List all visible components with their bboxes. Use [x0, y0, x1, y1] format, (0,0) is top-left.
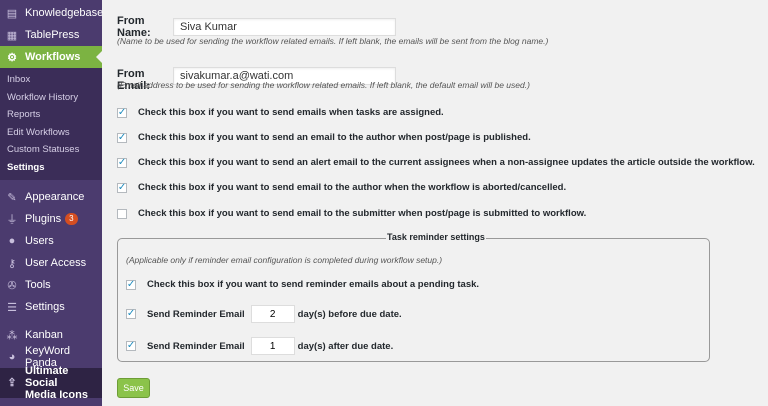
checkbox[interactable]	[117, 208, 127, 219]
option-workflow-aborted: ✓ Check this box if you want to send ema…	[117, 182, 566, 193]
wrench-icon: ✇	[7, 279, 17, 292]
sidebar-item-users[interactable]: ● Users	[0, 230, 102, 252]
brush-icon: ✎	[7, 191, 17, 204]
submenu-edit-workflows[interactable]: Edit Workflows	[0, 124, 102, 142]
sidebar-item-settings[interactable]: ☰ Settings	[0, 296, 102, 318]
reminder-before-row: ✓ Send Reminder Email day(s) before due …	[126, 305, 402, 323]
sidebar-item-user-access[interactable]: ⚷ User Access	[0, 252, 102, 274]
sidebar-item-tools[interactable]: ✇ Tools	[0, 274, 102, 296]
settings-form: From Name: (Name to be used for sending …	[102, 0, 768, 406]
checkbox[interactable]: ✓	[117, 157, 127, 168]
reminder-after-label: Send Reminder Email	[147, 340, 245, 352]
plugins-update-badge: 3	[65, 213, 78, 225]
from-name-help: (Name to be used for sending the workflo…	[117, 36, 549, 46]
sidebar-item-workflows[interactable]: ⚙ Workflows	[0, 46, 102, 68]
submenu-reports[interactable]: Reports	[0, 106, 102, 124]
checkbox[interactable]: ✓	[117, 182, 127, 193]
reminder-after-suffix: day(s) after due date.	[297, 340, 394, 352]
checkbox-label: Check this box if you want to send email…	[138, 208, 587, 219]
option-post-published: ✓ Check this box if you want to send an …	[117, 132, 531, 143]
reminder-pending-row: ✓ Check this box if you want to send rem…	[126, 279, 479, 290]
kanban-icon: ⁂	[6, 329, 18, 342]
from-email-help: (Email address to be used for sending th…	[117, 80, 530, 90]
sidebar-item-knowledgebase[interactable]: ▤ Knowledgebase	[0, 2, 104, 24]
user-icon: ●	[8, 235, 16, 247]
sidebar-item-label: Users	[25, 235, 54, 247]
submenu-custom-statuses[interactable]: Custom Statuses	[0, 141, 102, 159]
sidebar-item-label: Workflows	[25, 51, 81, 63]
share-icon: ⇪	[7, 377, 17, 389]
task-reminder-legend: Task reminder settings	[386, 232, 486, 242]
checkbox-label: Check this box if you want to send an em…	[138, 132, 531, 143]
sidebar-item-label: TablePress	[25, 29, 80, 41]
from-name-input[interactable]	[173, 18, 396, 36]
sidebar-item-label: User Access	[25, 257, 87, 269]
sliders-icon: ☰	[7, 301, 17, 314]
task-reminder-fieldset: Task reminder settings (Applicable only …	[117, 232, 710, 362]
reminder-note: (Applicable only if reminder email confi…	[126, 255, 443, 265]
checkbox[interactable]: ✓	[126, 309, 136, 319]
sidebar-item-label: Kanban	[25, 329, 63, 341]
option-tasks-assigned: ✓ Check this box if you want to send ema…	[117, 107, 444, 118]
reminder-before-suffix: day(s) before due date.	[297, 308, 402, 320]
reminder-after-days-input[interactable]	[250, 337, 295, 355]
checkbox-label: Check this box if you want to send email…	[138, 182, 567, 193]
reminder-before-label: Send Reminder Email	[147, 308, 245, 320]
table-icon: ▦	[6, 29, 18, 42]
sidebar-item-label: Knowledgebase	[25, 7, 104, 19]
sidebar-item-label: Appearance	[25, 191, 85, 203]
option-non-assignee-alert: ✓ Check this box if you want to send an …	[117, 157, 755, 168]
admin-sidebar: ▤ Knowledgebase ▦ TablePress ⚙ Workflows…	[0, 0, 104, 406]
sidebar-item-label: Plugins	[25, 213, 62, 225]
sidebar-item-appearance[interactable]: ✎ Appearance	[0, 186, 102, 208]
workflows-submenu: Inbox Workflow History Reports Edit Work…	[0, 68, 102, 180]
submenu-workflow-history[interactable]: Workflow History	[0, 89, 102, 107]
sidebar-item-label-line1: Ultimate Social	[25, 365, 69, 389]
checkbox-label: Check this box if you want to send an al…	[138, 157, 755, 168]
checkbox-label: Check this box if you want to send email…	[138, 107, 444, 118]
submenu-settings[interactable]: Settings	[0, 159, 102, 177]
checkbox[interactable]: ✓	[126, 279, 136, 290]
gear-icon: ⚙	[7, 51, 17, 64]
checkbox[interactable]: ✓	[117, 107, 127, 118]
sidebar-item-label-line2: Media Icons	[25, 389, 88, 401]
checkbox-label: Check this box if you want to send remin…	[147, 279, 480, 290]
option-submitted-to-workflow: Check this box if you want to send email…	[117, 208, 586, 219]
save-button[interactable]: Save	[117, 378, 150, 398]
sidebar-item-label: Settings	[25, 301, 65, 313]
checkbox[interactable]: ✓	[126, 341, 136, 351]
sidebar-item-plugins[interactable]: ⏚ Plugins 3	[0, 208, 102, 230]
sidebar-item-label: Tools	[25, 279, 51, 291]
plug-icon: ⏚	[6, 214, 18, 226]
key-icon: ⚷	[7, 257, 17, 270]
sidebar-item-social-media-icons[interactable]: ⇪ Ultimate Social Media Icons	[0, 365, 102, 401]
submenu-inbox[interactable]: Inbox	[0, 71, 102, 89]
reminder-before-days-input[interactable]	[250, 305, 295, 323]
reminder-after-row: ✓ Send Reminder Email day(s) after due d…	[126, 337, 393, 355]
sidebar-item-kanban[interactable]: ⁂ Kanban	[0, 324, 102, 346]
panda-icon: ◕	[8, 351, 16, 363]
checkbox[interactable]: ✓	[117, 132, 127, 143]
book-icon: ▤	[6, 7, 18, 20]
sidebar-item-tablepress[interactable]: ▦ TablePress	[0, 24, 102, 46]
